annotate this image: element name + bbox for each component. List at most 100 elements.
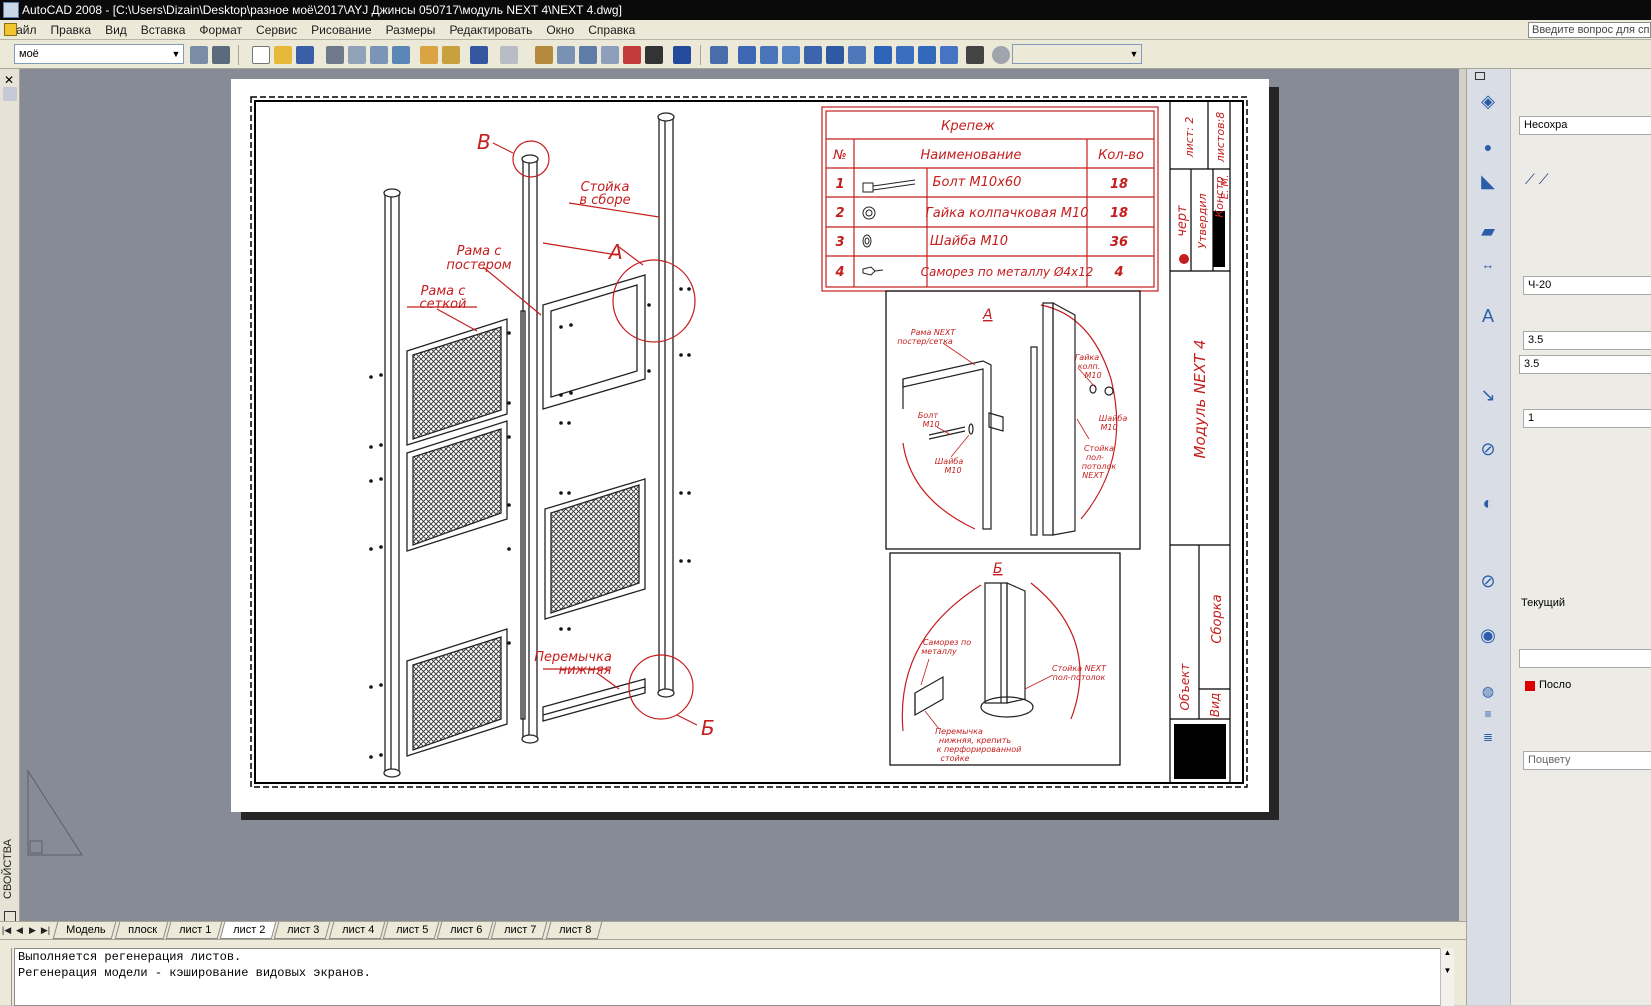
layer-name-field[interactable]: Несохра — [1519, 116, 1651, 135]
line-tools-icon[interactable]: ⟋ ⟋ — [1525, 171, 1549, 188]
save-icon[interactable] — [296, 46, 314, 64]
next-tab-icon[interactable]: ▶ — [26, 922, 39, 938]
layer-state-icon[interactable]: ● — [1477, 137, 1499, 157]
tab-sheet-1[interactable]: лист 1 — [165, 922, 223, 939]
workspace-select[interactable]: моё ▼ — [14, 44, 184, 64]
bottom-view-icon[interactable] — [760, 46, 778, 64]
match-properties-icon[interactable] — [442, 46, 460, 64]
dimension-icon[interactable]: ↔ — [1477, 255, 1499, 275]
color-wheel-icon[interactable]: ◍ — [1477, 681, 1499, 701]
text-height-field-2[interactable]: 3.5 — [1519, 355, 1651, 374]
named-views-icon[interactable] — [710, 46, 728, 64]
autocad-app-icon[interactable] — [3, 2, 19, 18]
workspace-settings-icon[interactable] — [190, 46, 208, 64]
menu-tools[interactable]: Сервис — [249, 20, 304, 40]
ucs-icon[interactable] — [992, 46, 1010, 64]
help-icon[interactable] — [673, 46, 691, 64]
menu-edit[interactable]: Правка — [44, 20, 99, 40]
color-value[interactable]: Посло — [1539, 679, 1571, 691]
left-view-icon[interactable] — [782, 46, 800, 64]
redo-icon[interactable] — [500, 46, 518, 64]
tab-sheet-4[interactable]: лист 4 — [328, 922, 386, 939]
zoom-realtime-icon[interactable] — [557, 46, 575, 64]
workspace-save-icon[interactable] — [212, 46, 230, 64]
print-icon[interactable] — [326, 46, 344, 64]
zoom-previous-icon[interactable] — [601, 46, 619, 64]
materials-icon[interactable]: ◉ — [1477, 625, 1499, 645]
plot-style-field[interactable]: Поцвету — [1523, 751, 1651, 770]
3d-dwf-icon[interactable] — [392, 46, 410, 64]
tab-sheet-6[interactable]: лист 6 — [436, 922, 494, 939]
back-view-icon[interactable] — [848, 46, 866, 64]
linetype-icon[interactable]: ≡ — [1477, 704, 1499, 724]
command-line-history[interactable]: Выполняется регенерация листов. Регенера… — [14, 948, 1454, 1006]
prev-tab-icon[interactable]: ◀ — [13, 922, 26, 938]
auto-hide-icon[interactable] — [3, 87, 17, 101]
draw-2d-icon[interactable]: ◣ — [1477, 171, 1499, 191]
zoom-window-icon[interactable] — [579, 46, 597, 64]
nw-iso-icon[interactable] — [940, 46, 958, 64]
tables-icon[interactable]: ⊘ — [1477, 439, 1499, 459]
menu-dimension[interactable]: Размеры — [379, 20, 443, 40]
pan-icon[interactable] — [535, 46, 553, 64]
visual-style-icon[interactable]: ⊘ — [1477, 571, 1499, 591]
scale-field[interactable]: 1 — [1523, 409, 1651, 428]
lineweight-icon[interactable]: ≣ — [1477, 727, 1499, 747]
new-file-icon[interactable] — [252, 46, 270, 64]
tab-sheet-3[interactable]: лист 3 — [274, 922, 331, 939]
detail-a-washer-label-2: М10 — [944, 466, 961, 475]
properties-palette-label: СВОЙСТВА — [2, 839, 14, 899]
menu-view[interactable]: Вид — [98, 20, 134, 40]
sw-iso-icon[interactable] — [874, 46, 892, 64]
tab-sheet-7[interactable]: лист 7 — [491, 922, 549, 939]
tab-plosk[interactable]: плоск — [114, 922, 169, 939]
fasteners-row-3-no: 3 — [835, 235, 844, 250]
command-line-grip[interactable] — [3, 948, 12, 1006]
dim-style-field[interactable]: Ч-20 — [1523, 276, 1651, 295]
se-iso-icon[interactable] — [896, 46, 914, 64]
menu-bar: Файл Правка Вид Вставка Формат Сервис Рисовани… — [0, 20, 1651, 40]
tab-model[interactable]: Модель — [53, 922, 118, 939]
menu-format[interactable]: Формат — [192, 20, 249, 40]
document-icon[interactable] — [4, 23, 17, 36]
help-search-input[interactable]: Введите вопрос для спр — [1528, 22, 1651, 38]
plot-preview-icon[interactable] — [348, 46, 366, 64]
drawing-canvas[interactable]: B A Б Стойка в сборе Рама с постером Рам… — [20, 69, 1459, 921]
publish-icon[interactable] — [370, 46, 388, 64]
view-select[interactable]: ▼ — [1012, 44, 1142, 64]
menu-window[interactable]: Окно — [539, 20, 581, 40]
top-view-icon[interactable] — [738, 46, 756, 64]
detail-b-bar-label-4: стойке — [941, 754, 970, 763]
tab-sheet-8[interactable]: лист 8 — [545, 922, 603, 939]
properties-icon[interactable] — [623, 46, 641, 64]
text-height-field-1[interactable]: 3.5 — [1523, 331, 1651, 350]
first-tab-icon[interactable]: |◀ — [0, 922, 13, 938]
menu-insert[interactable]: Вставка — [134, 20, 193, 40]
text-icon[interactable]: A — [1477, 306, 1499, 326]
ne-iso-icon[interactable] — [918, 46, 936, 64]
multileader-icon[interactable]: ↘ — [1477, 385, 1499, 405]
menu-help[interactable]: Справка — [581, 20, 642, 40]
fasteners-row-1-no: 1 — [835, 177, 844, 192]
right-view-icon[interactable] — [804, 46, 822, 64]
material-field[interactable] — [1519, 649, 1651, 668]
calculator-icon[interactable] — [645, 46, 663, 64]
close-icon[interactable]: ✕ — [4, 73, 14, 87]
menu-modify[interactable]: Редактировать — [442, 20, 539, 40]
layers-icon[interactable]: ◈ — [1477, 91, 1499, 111]
lights-icon[interactable]: ◐ — [1477, 493, 1499, 513]
command-line-scrollbar[interactable]: ▲ ▼ — [1440, 948, 1454, 1006]
camera-icon[interactable] — [966, 46, 984, 64]
panel-minimize-icon[interactable] — [1475, 72, 1485, 80]
front-view-icon[interactable] — [826, 46, 844, 64]
undo-icon[interactable] — [470, 46, 488, 64]
detail-a-nut-label-1: Гайка — [1075, 353, 1099, 362]
last-tab-icon[interactable]: ▶| — [39, 922, 52, 938]
open-file-icon[interactable] — [274, 46, 292, 64]
cut-icon[interactable] — [420, 46, 438, 64]
tab-sheet-2[interactable]: лист 2 — [219, 922, 277, 939]
detail-a-washer-label-1: Шайба — [935, 457, 964, 466]
tab-sheet-5[interactable]: лист 5 — [382, 922, 440, 939]
3d-make-icon[interactable]: ▰ — [1477, 221, 1499, 241]
menu-draw[interactable]: Рисование — [304, 20, 378, 40]
